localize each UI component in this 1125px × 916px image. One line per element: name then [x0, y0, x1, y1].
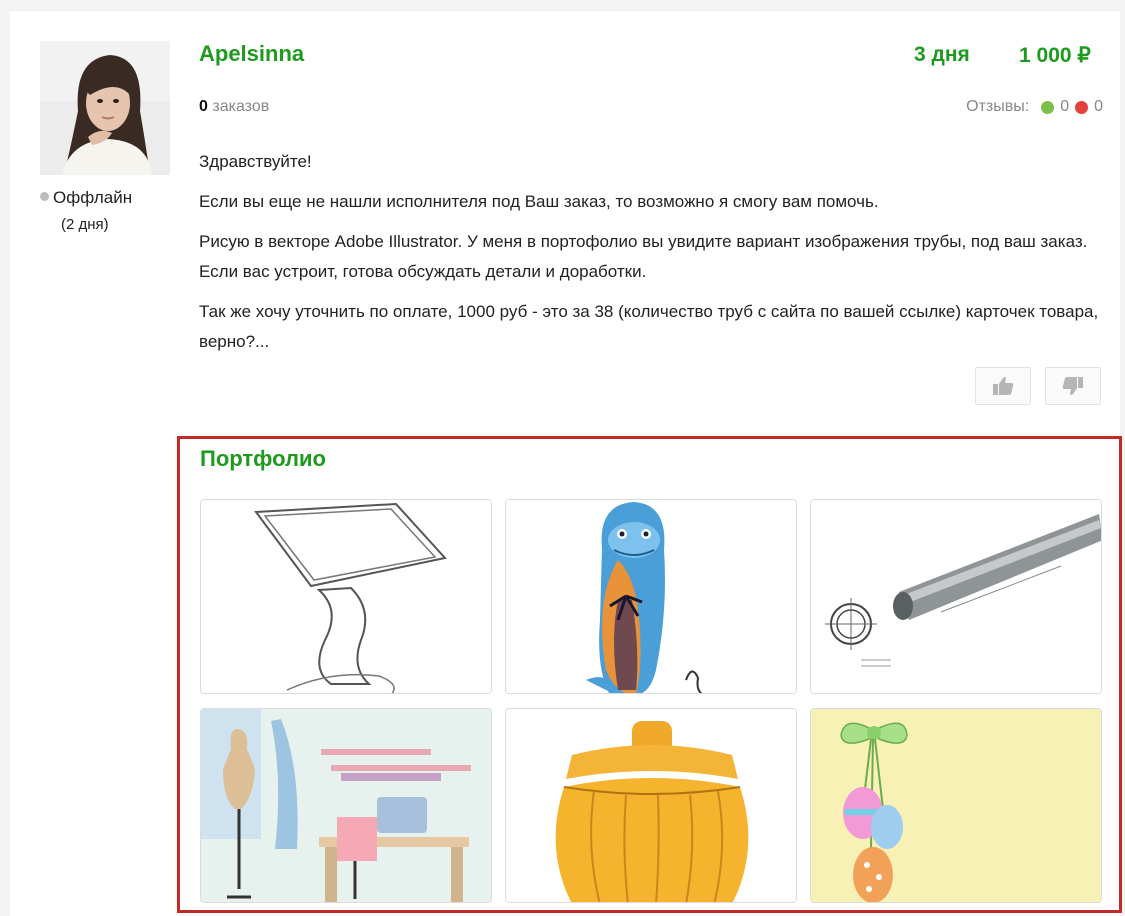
avatar[interactable]: [40, 41, 170, 175]
reviews-summary[interactable]: Отзывы: 0 0: [966, 98, 1103, 116]
status-dot-icon: [40, 192, 49, 201]
orders-count: 0 заказов: [199, 98, 269, 116]
thumbs-up-icon: [993, 377, 1014, 395]
orders-count-value: 0: [199, 98, 208, 115]
negative-review-icon: [1075, 100, 1089, 114]
message-paragraph: Рисую в векторе Adobe Illustrator. У мен…: [199, 232, 1088, 281]
offer-days: 3 дня: [914, 43, 970, 66]
status-last-seen: (2 дня): [61, 216, 109, 233]
portfolio-item-pipe[interactable]: [810, 499, 1102, 694]
portfolio-section: Портфолио: [177, 436, 1122, 913]
offer-card: Оффлайн (2 дня) Apelsinna 3 дня 1 000 ₽ …: [10, 10, 1122, 916]
dislike-button[interactable]: [1045, 367, 1101, 405]
message-paragraph: Здравствуйте!: [199, 152, 312, 171]
positive-review-icon: [1041, 100, 1055, 114]
negative-review-count: 0: [1094, 98, 1103, 115]
like-button[interactable]: [975, 367, 1031, 405]
portfolio-item-kiosk[interactable]: [200, 499, 492, 694]
message-paragraph: Так же хочу уточнить по оплате, 1000 руб…: [199, 302, 1099, 351]
thumbs-down-icon: [1062, 377, 1083, 395]
freelancer-name-link[interactable]: Apelsinna: [199, 41, 304, 67]
status-label: Оффлайн: [53, 188, 133, 207]
offer-message: Здравствуйте! Если вы еще не нашли испол…: [199, 147, 1109, 367]
offer-price: 1 000 ₽: [1019, 44, 1091, 67]
portfolio-item-easter-eggs[interactable]: [810, 708, 1102, 903]
online-status: Оффлайн: [40, 188, 132, 208]
reviews-label: Отзывы:: [966, 98, 1030, 115]
orders-count-label: заказов: [212, 98, 270, 115]
portfolio-item-barrel[interactable]: [505, 708, 797, 903]
portfolio-item-dolphin[interactable]: [505, 499, 797, 694]
message-paragraph: Если вы еще не нашли исполнителя под Ваш…: [199, 192, 879, 211]
positive-review-count: 0: [1060, 98, 1070, 115]
portfolio-item-sewing-room[interactable]: [200, 708, 492, 903]
portfolio-title: Портфолио: [200, 446, 326, 471]
